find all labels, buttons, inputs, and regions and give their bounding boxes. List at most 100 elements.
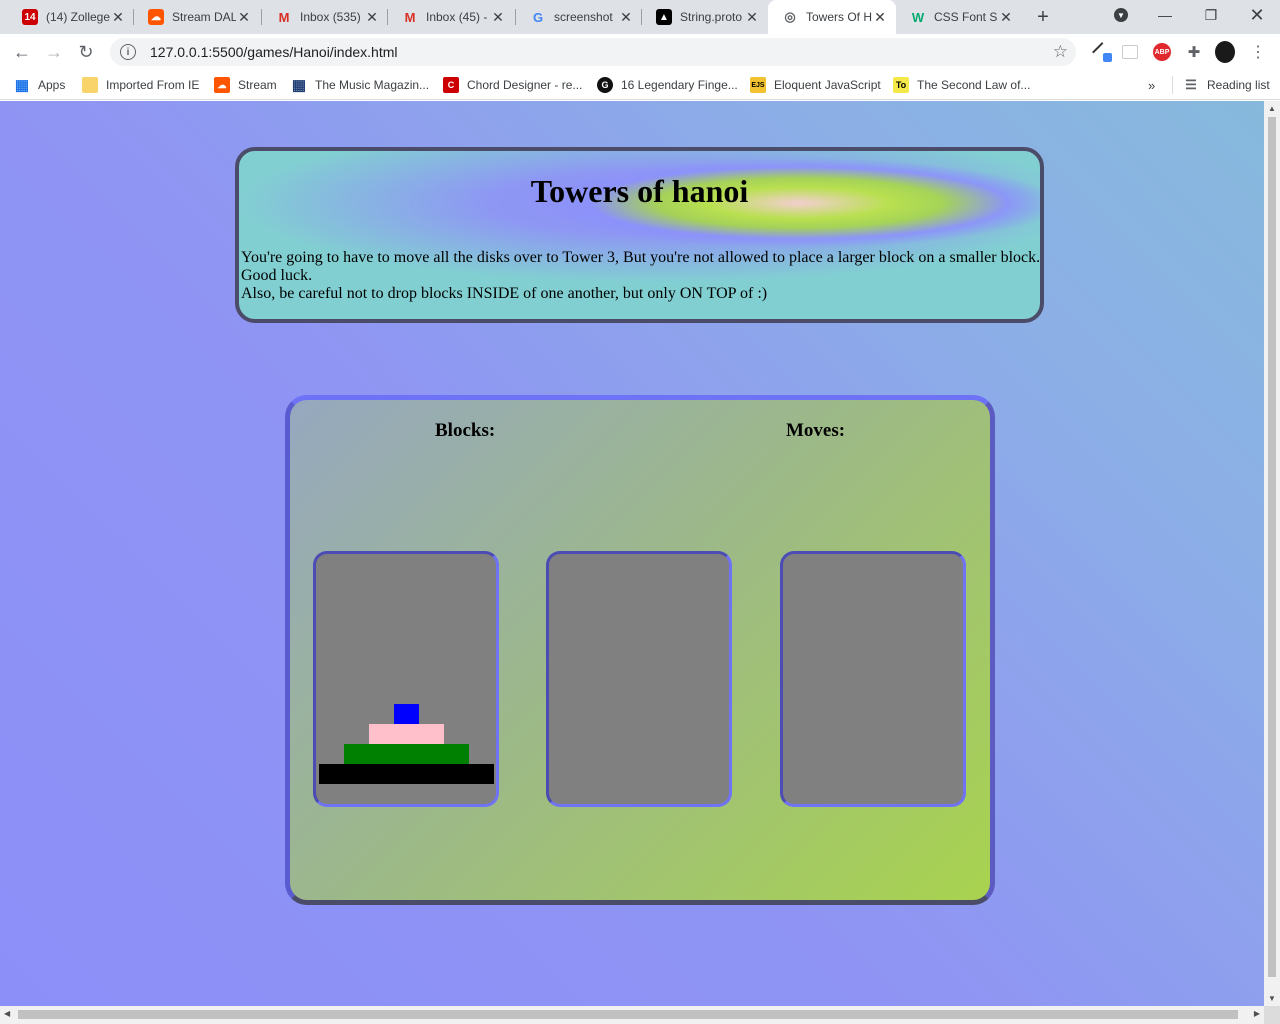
close-tab-icon[interactable]: ✕ [618,9,634,25]
g-circle-icon: G [597,77,613,93]
tower-2[interactable] [546,551,732,807]
close-tab-icon[interactable]: ✕ [236,9,252,25]
disk-4[interactable] [318,764,494,784]
tab-5[interactable]: Gscreenshot ✕ [516,0,642,34]
globe-icon: ◎ [784,9,796,24]
chord-icon: C [443,77,459,93]
tab-title: Inbox (535) [300,10,361,24]
mdn-icon: ▲ [656,9,672,25]
chevron-down-icon: ▼ [1114,8,1128,22]
horizontal-scroll-thumb[interactable] [18,1010,1238,1019]
bookmark-label: The Second Law of... [917,78,1031,92]
instruction-line: You're going to have to move all the dis… [241,249,1041,266]
gmail-icon: M [278,9,290,25]
reload-icon: ↻ [78,41,94,62]
soundcloud-icon: ☁ [214,77,230,93]
close-tab-icon[interactable]: ✕ [872,9,888,25]
close-tab-icon[interactable]: ✕ [998,9,1014,25]
close-tab-icon[interactable]: ✕ [744,9,760,25]
disk-2[interactable] [368,724,444,744]
tab-title: Inbox (45) - [426,10,488,24]
extension-placeholder-icon[interactable] [1120,42,1140,62]
disk-1[interactable] [393,704,419,724]
tab-1[interactable]: 14 (14) Zollege ✕ [8,0,134,34]
bookmark-label: Stream [238,78,277,92]
bookmark-item[interactable]: EJS Eloquent JavaScript [750,76,881,94]
gmail-icon: M [404,9,416,25]
address-bar[interactable]: i 127.0.0.1:5500/games/Hanoi/index.html … [110,38,1076,66]
tab-title: CSS Font Si [934,10,998,24]
disk-3[interactable] [343,744,469,764]
bookmark-item[interactable]: ☁ Stream [214,76,277,94]
tower-3[interactable] [780,551,966,807]
bookmarks-bar: » ☰ Reading list ▦ Apps Imported From IE ☁ S… [0,70,1280,100]
game-panel: Blocks: Moves: [285,395,995,905]
bookmark-star-icon[interactable]: ☆ [1053,42,1068,62]
bookmark-item[interactable]: ▦ The Music Magazin... [291,76,429,94]
youtube-icon: 14 [22,9,38,25]
more-bookmarks-button[interactable]: » [1148,76,1155,94]
reload-button[interactable]: ↻ [72,38,100,66]
close-window-button[interactable]: ✕ [1234,0,1280,30]
vertical-scrollbar[interactable]: ▲ ▼ [1264,101,1280,1006]
bookmark-label: The Music Magazin... [315,78,430,92]
forward-button[interactable]: → [40,38,68,66]
tab-8[interactable]: W CSS Font Si ✕ [896,0,1022,34]
eyedropper-extension-icon[interactable] [1092,42,1112,62]
tab-title: Towers Of H [806,10,872,24]
restore-button[interactable]: ❐ [1188,0,1234,30]
menu-kebab-icon[interactable]: ⋮ [1248,42,1268,62]
tab-4[interactable]: M Inbox (45) - ✕ [388,0,514,34]
instruction-line: Good luck. [241,267,313,284]
reading-list-button[interactable]: ☰ Reading list [1172,76,1270,94]
folder-icon [82,77,98,93]
back-button[interactable]: ← [8,38,36,66]
tab-2[interactable]: ☁ Stream DAL ✕ [134,0,260,34]
header-card: Towers of hanoi You're going to have to … [235,147,1044,323]
page-title: Towers of hanoi [530,173,749,209]
minimize-button[interactable]: — [1142,0,1188,30]
browser-toolbar: ← → ↻ i 127.0.0.1:5500/games/Hanoi/index… [0,34,1280,70]
grid-icon: ▦ [291,77,307,94]
extensions-puzzle-icon[interactable]: ✚ [1184,42,1204,62]
vertical-scroll-thumb[interactable] [1268,117,1276,977]
url-text: 127.0.0.1:5500/games/Hanoi/index.html [150,44,398,60]
to-icon: To [893,77,909,93]
bookmark-item[interactable]: G 16 Legendary Finge... [597,76,738,94]
tab-7[interactable]: ◎ Towers Of H ✕ [768,0,896,34]
google-icon: G [532,9,544,25]
info-icon[interactable]: i [120,44,136,60]
bookmark-label: Apps [38,78,66,92]
page-viewport: Towers of hanoi You're going to have to … [0,101,1264,1006]
close-tab-icon[interactable]: ✕ [490,9,506,25]
tab-strip: + ▼ — ❐ ✕ 14 (14) Zollege ✕ ☁ Stream DAL ✕ M In… [0,0,1280,34]
adblock-plus-icon[interactable]: ABP [1152,42,1172,62]
bookmark-label: Chord Designer - re... [467,78,583,92]
blocks-label: Blocks: [435,420,496,441]
tab-6[interactable]: ▲ String.proto ✕ [642,0,768,34]
scroll-right-arrow-icon[interactable]: ▶ [1254,1009,1260,1018]
bookmark-label: Eloquent JavaScript [774,78,881,92]
close-tab-icon[interactable]: ✕ [364,9,380,25]
bookmark-item[interactable]: C Chord Designer - re... [443,76,582,94]
scroll-down-arrow-icon[interactable]: ▼ [1268,994,1276,1003]
tab-3[interactable]: M Inbox (535) ✕ [262,0,388,34]
profile-avatar[interactable] [1215,41,1235,63]
apps-icon: ▦ [14,77,30,94]
bookmark-label: Imported From IE [106,78,200,92]
scroll-left-arrow-icon[interactable]: ◀ [4,1009,10,1018]
arrow-right-icon: → [45,41,63,62]
tower-1[interactable] [313,551,499,807]
bookmark-item[interactable]: Imported From IE [82,76,199,94]
new-tab-button[interactable]: + [1032,6,1054,28]
moves-label: Moves: [786,420,846,441]
tab-title: String.proto [680,10,743,24]
tab-title: screenshot [554,10,613,24]
close-tab-icon[interactable]: ✕ [110,9,126,25]
bookmark-item[interactable]: ▦ Apps [14,76,65,94]
scroll-up-arrow-icon[interactable]: ▲ [1268,104,1276,113]
bookmark-item[interactable]: To The Second Law of... [893,76,1030,94]
tab-search-button[interactable]: ▼ [1098,0,1144,30]
horizontal-scrollbar[interactable]: ◀ ▶ [0,1006,1264,1024]
instruction-line: Also, be careful not to drop blocks INSI… [241,285,768,302]
